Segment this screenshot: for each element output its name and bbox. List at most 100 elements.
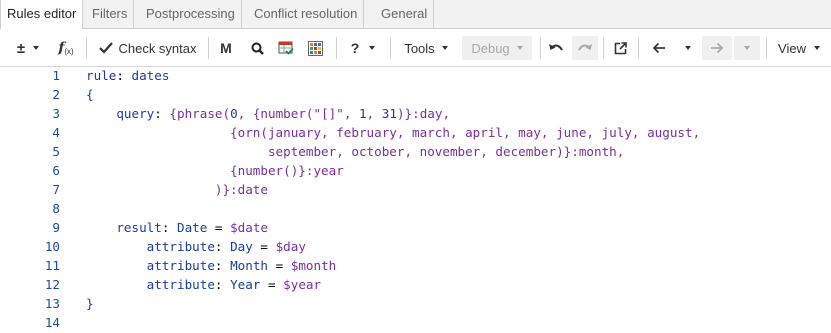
code-text: attribute: Year = $year [86, 275, 321, 294]
code-text: )}:date [86, 180, 268, 199]
code-line[interactable]: 3 query: {phrase(0, {number("[]", 1, 31)… [0, 104, 831, 123]
tab-bar: Rules editor Filters Postprocessing Conf… [0, 0, 831, 30]
code-token: {orn(january, february, march, april, ma… [86, 125, 701, 140]
code-token: = [207, 220, 231, 235]
toolbar-separator [766, 37, 767, 59]
view-menu[interactable]: View [774, 36, 824, 60]
undo-icon [549, 44, 563, 51]
code-token: : [154, 106, 170, 121]
code-token: )}:date [86, 182, 268, 197]
code-line[interactable]: 7 )}:date [0, 180, 831, 199]
line-number: 10 [44, 239, 60, 254]
code-token: : [116, 68, 132, 83]
code-text: query: {phrase(0, {number("[]", 1, 31)}:… [86, 104, 450, 123]
help-dropdown[interactable]: ? [346, 36, 380, 60]
code-line[interactable]: 12 attribute: Year = $year [0, 275, 831, 294]
help-icon: ? [350, 40, 360, 56]
grid-icon [307, 40, 323, 56]
code-line[interactable]: 11 attribute: Month = $month [0, 256, 831, 275]
line-number: 9 [52, 220, 60, 235]
code-line[interactable]: 8 [0, 199, 831, 218]
line-number: 13 [44, 296, 60, 311]
zoom-button[interactable] [248, 36, 266, 60]
code-line[interactable]: 2{ [0, 85, 831, 104]
redo-button[interactable] [572, 36, 598, 60]
toolbar-separator [638, 37, 639, 59]
chevron-down-icon [813, 46, 820, 50]
line-number: 5 [52, 144, 60, 159]
undo-button[interactable] [544, 36, 568, 60]
toolbar-separator [208, 37, 209, 59]
code-editor[interactable]: 1 rule: dates 2{3 query: {phrase(0, {numbe… [0, 67, 831, 333]
tools-label: Tools [404, 40, 435, 56]
code-token: , [366, 106, 382, 121]
code-token: result [86, 220, 162, 235]
line-number: 3 [52, 106, 60, 121]
code-line[interactable]: 4 {orn(january, february, march, april, … [0, 123, 831, 142]
forward-history-dropdown[interactable] [734, 36, 760, 60]
chevron-down-icon [685, 46, 691, 50]
tab-postprocessing[interactable]: Postprocessing [140, 0, 242, 29]
code-token: attribute [86, 258, 215, 273]
debug-menu[interactable]: Debug [462, 36, 532, 60]
function-button[interactable]: f (x) [55, 36, 77, 60]
toolbar-separator [86, 37, 87, 59]
code-token: $month [290, 258, 337, 273]
line-number: 8 [52, 201, 60, 216]
check-syntax-label: Check syntax [118, 40, 197, 56]
code-token: query [86, 106, 155, 121]
code-line[interactable]: 10 attribute: Day = $day [0, 237, 831, 256]
code-token: = [252, 239, 276, 254]
arrow-left-icon [652, 42, 665, 54]
table-check-icon [278, 41, 294, 55]
code-line[interactable]: 1 rule: dates [0, 67, 831, 85]
code-token: : [214, 239, 231, 254]
tools-menu[interactable]: Tools [400, 36, 452, 60]
grid-button[interactable] [306, 36, 324, 60]
code-token: september, october, november, december)}… [86, 144, 625, 159]
back-button[interactable] [646, 36, 672, 60]
chevron-down-icon [744, 46, 750, 50]
forward-button[interactable] [702, 36, 732, 60]
code-text: { [86, 85, 94, 104]
toolbar-separator [603, 37, 604, 59]
open-external-button[interactable] [610, 36, 630, 60]
code-line[interactable]: 9 result: Date = $date [0, 218, 831, 237]
code-token: } [86, 296, 94, 311]
chevron-down-icon [33, 46, 40, 50]
toolbar-separator [540, 37, 541, 59]
code-token: 1 [359, 106, 367, 121]
toolbar-separator [336, 37, 337, 59]
check-icon [99, 42, 114, 54]
code-line[interactable]: 13} [0, 294, 831, 313]
check-syntax-button[interactable]: Check syntax [96, 36, 200, 60]
plus-minus-icon: ± [16, 39, 26, 57]
code-line[interactable]: 5 september, october, november, december… [0, 142, 831, 161]
code-token: )}:day, [396, 106, 451, 121]
table-check-button[interactable] [277, 36, 295, 60]
code-token: = [268, 258, 291, 273]
plus-minus-dropdown[interactable]: ± [10, 36, 46, 60]
tab-conflict-resolution[interactable]: Conflict resolution [248, 0, 365, 29]
code-token: { [86, 87, 94, 102]
code-token: = [260, 277, 284, 292]
tab-filters[interactable]: Filters [86, 0, 135, 29]
m-button[interactable]: M [217, 36, 235, 60]
tab-general[interactable]: General [375, 0, 435, 29]
code-line[interactable]: 6 {number()}:year [0, 161, 831, 180]
code-token: dates [131, 68, 170, 83]
code-token: attribute [86, 277, 215, 292]
debug-label: Debug [471, 40, 510, 56]
code-token: 31 [381, 106, 397, 121]
code-text: result: Date = $date [86, 218, 268, 237]
chevron-down-icon [369, 46, 376, 50]
code-token: $date [230, 220, 269, 235]
back-history-dropdown[interactable] [680, 36, 696, 60]
code-line[interactable]: 14 [0, 313, 831, 332]
line-number: 7 [52, 182, 60, 197]
code-token: {number()}:year [86, 163, 344, 178]
code-token: : [161, 220, 177, 235]
tab-rules-editor[interactable]: Rules editor [0, 0, 84, 30]
m-label: M [220, 40, 232, 56]
code-token: rule [86, 68, 117, 83]
